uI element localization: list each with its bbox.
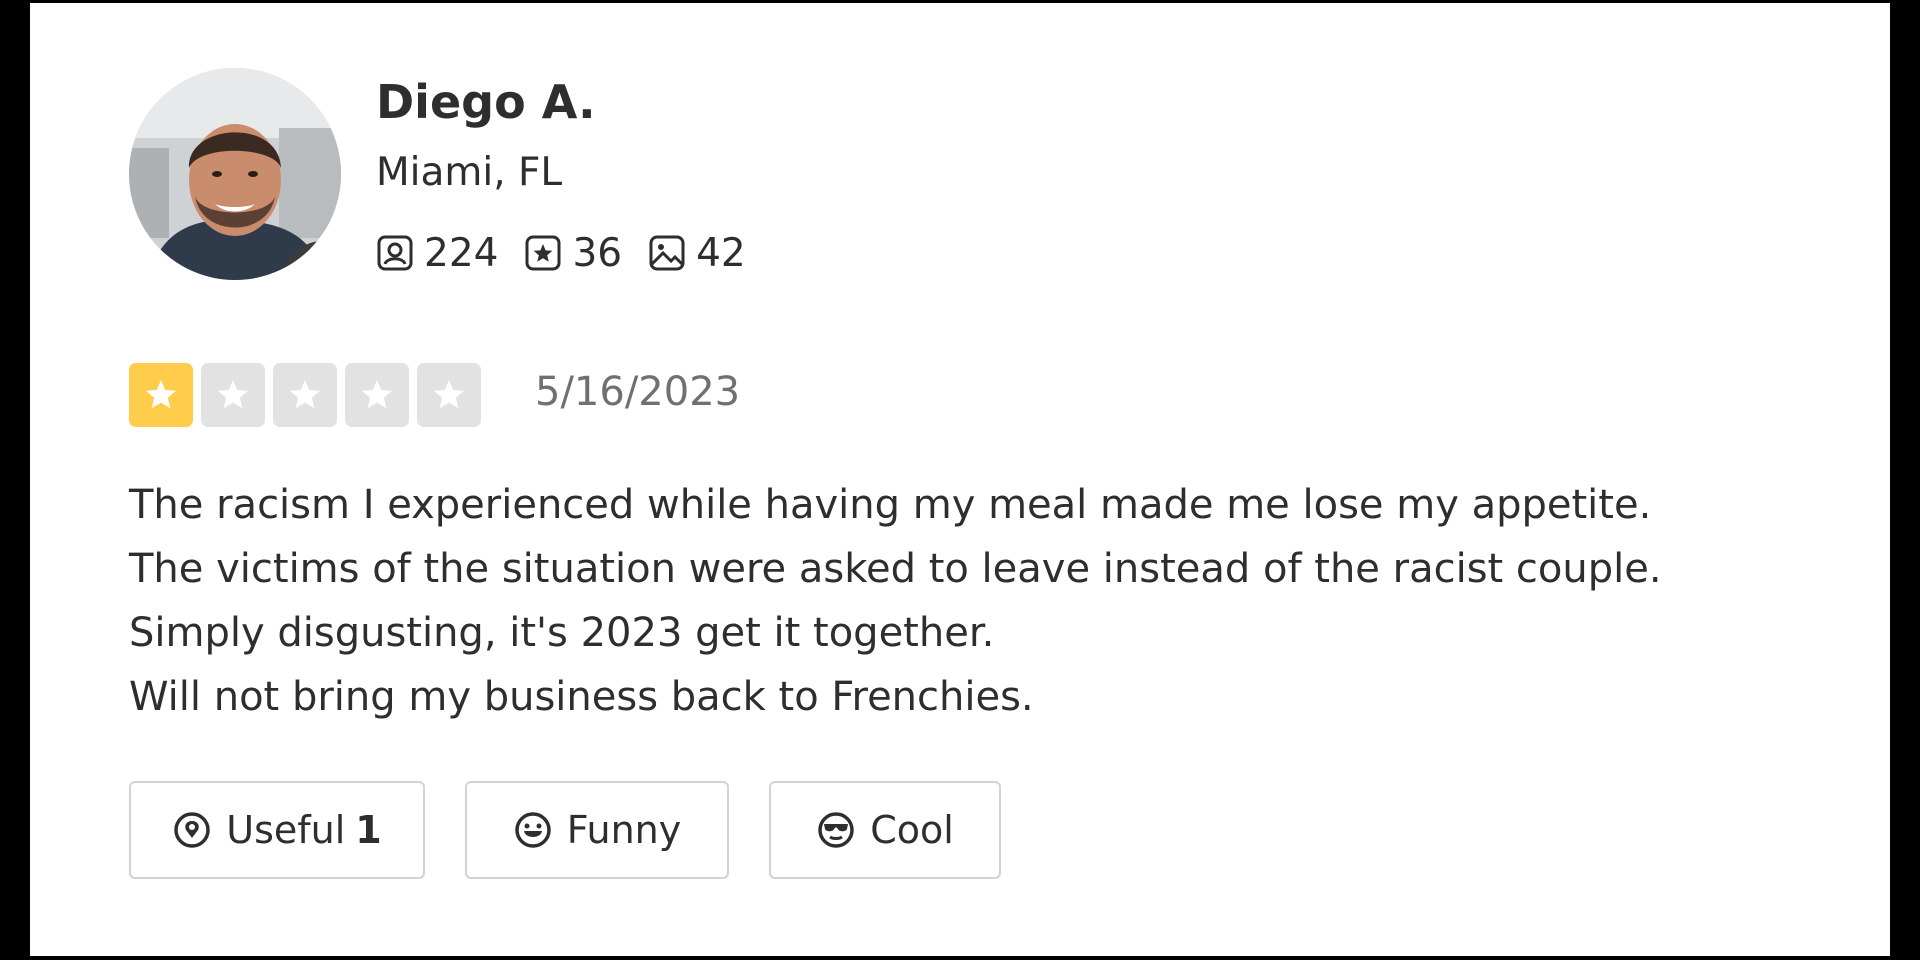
avatar[interactable] [129,68,341,280]
star-filled [129,363,193,427]
user-location: Miami, FL [376,150,563,195]
photos-icon [649,235,685,271]
star-empty [201,363,265,427]
review-text-line: Simply disgusting, it's 2023 get it toge… [129,610,995,656]
star-icon [434,380,464,409]
review-text-line: Will not bring my business back to Frenc… [129,674,1034,720]
star-empty [273,363,337,427]
star-empty [417,363,481,427]
cool-icon [818,812,854,848]
reviews-icon [525,235,561,271]
reviews-stat: 36 [524,231,622,276]
friends-icon [377,235,413,271]
star-icon [218,380,248,409]
friends-stat: 224 [376,231,498,276]
star-icon [362,380,392,409]
review-date: 5/16/2023 [535,369,741,415]
funny-label: Funny [566,808,682,852]
useful-icon [174,812,211,848]
reviews-count: 36 [572,230,623,276]
star-rating [129,363,489,427]
cool-label: Cool [870,808,954,852]
star-empty [345,363,409,427]
friends-count: 224 [424,230,499,276]
review-text: The racism I experienced while having my… [129,473,1829,729]
funny-button[interactable]: Funny [465,781,729,879]
user-stats: 224 36 42 [376,225,772,281]
photos-count: 42 [696,230,746,276]
reaction-buttons: Useful 1 Funny Cool [129,781,1041,879]
funny-icon [514,812,551,848]
useful-button[interactable]: Useful 1 [129,781,425,879]
star-icon [290,380,320,409]
useful-count: 1 [355,808,382,852]
review-text-line: The racism I experienced while having my… [129,482,1652,528]
review-text-line: The victims of the situation were asked … [129,546,1662,592]
star-icon [146,380,176,409]
review-card: Diego A. Miami, FL 224 36 42 5/16/2023 T… [30,3,1890,956]
cool-button[interactable]: Cool [769,781,1001,879]
useful-label: Useful [226,808,346,852]
user-name[interactable]: Diego A. [376,75,596,129]
photos-stat: 42 [648,231,746,276]
